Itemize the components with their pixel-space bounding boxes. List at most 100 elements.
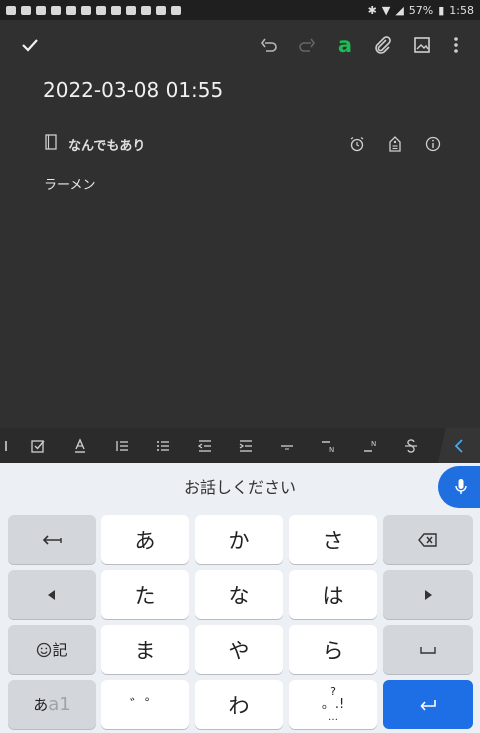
punctuation-key[interactable]: ? 。.! … [289, 680, 377, 729]
notification-icon [36, 5, 46, 15]
backspace-left-key[interactable] [8, 515, 96, 564]
voice-input-button[interactable] [438, 466, 480, 508]
tag-button[interactable] [384, 133, 406, 155]
indent-icon [239, 440, 252, 452]
emoji-symbol-key[interactable]: 記 [8, 625, 96, 674]
cursor-left-key[interactable] [8, 570, 96, 619]
attach-button[interactable] [368, 30, 398, 60]
notification-icon [51, 5, 61, 15]
space-key[interactable] [383, 625, 473, 674]
dakuten-label: ゛゜ [129, 696, 160, 714]
signal-icon: ◢ [395, 3, 404, 17]
key-wa-label: わ [228, 693, 250, 718]
strikethrough-button[interactable] [400, 435, 422, 457]
key-ta[interactable]: た [101, 570, 189, 619]
collapse-toolbar-button[interactable] [438, 428, 480, 463]
svg-text:N: N [371, 440, 376, 448]
punct-mid-label: 。.! [321, 697, 345, 712]
delete-key[interactable] [383, 515, 473, 564]
notebook-icon [44, 134, 58, 154]
key-ra[interactable]: ら [289, 625, 377, 674]
notification-icons [6, 5, 181, 15]
note-title[interactable]: 2022-03-08 01:55 [43, 78, 223, 102]
bold-button[interactable] [0, 435, 14, 457]
bluetooth-icon: ✱ [367, 3, 377, 17]
bullet-list-icon [157, 441, 169, 451]
notebook-name[interactable]: なんでもあり [68, 135, 145, 154]
caret-left-icon [48, 589, 55, 600]
notification-icon [66, 5, 76, 15]
note-toolbar: a [0, 20, 480, 70]
key-wa[interactable]: わ [195, 680, 283, 729]
mode-alpha-label: a1 [48, 694, 71, 715]
subscript-button[interactable]: N [359, 435, 381, 457]
more-vertical-icon [454, 37, 458, 53]
enter-key[interactable] [383, 680, 473, 729]
key-ta-label: た [134, 583, 156, 608]
alert-icon [96, 5, 106, 15]
key-ka[interactable]: か [195, 515, 283, 564]
key-ya-label: や [228, 638, 250, 663]
key-ya[interactable]: や [195, 625, 283, 674]
check-icon [22, 39, 38, 52]
wifi-icon: ▼ [381, 3, 391, 17]
note-body[interactable]: ラーメン [44, 174, 95, 193]
backspace-icon [418, 532, 437, 547]
checkbox-button[interactable] [27, 435, 49, 457]
notification-icon [156, 5, 166, 15]
checkbox-icon [31, 440, 45, 453]
key-na-label: な [228, 583, 250, 608]
key-a[interactable]: あ [101, 515, 189, 564]
superscript-button[interactable]: N [317, 435, 339, 457]
notification-icon [141, 5, 151, 15]
key-sa[interactable]: さ [289, 515, 377, 564]
key-a-label: あ [134, 528, 156, 553]
divider-button[interactable] [276, 435, 298, 457]
key-ka-label: か [228, 528, 250, 553]
horizontal-rule-icon [281, 445, 293, 450]
youtube-icon [21, 5, 31, 15]
key-na[interactable]: な [195, 570, 283, 619]
numbered-list-icon [116, 441, 128, 451]
punct-bottom-label: … [328, 712, 338, 723]
reminder-button[interactable] [346, 133, 368, 155]
keyboard: お話しください あ か さ た な は 記 ま や ら あ a1 ゛゜ わ ? … [0, 463, 480, 733]
notification-icon [81, 5, 91, 15]
microphone-icon [455, 479, 467, 494]
note-actions [346, 133, 444, 155]
bullet-list-button[interactable] [152, 435, 174, 457]
superscript-icon: N [322, 441, 334, 454]
smiley-icon [37, 642, 52, 657]
key-sa-label: さ [322, 528, 344, 553]
undo-button[interactable] [254, 30, 284, 60]
image-button[interactable] [407, 30, 437, 60]
text-style-button[interactable]: a [330, 30, 360, 60]
formatting-toolbar: N N [0, 428, 480, 463]
status-bar: ✱ ▼ ◢ 57% ▮ 1:58 [0, 0, 480, 20]
chevron-left-icon [454, 438, 463, 453]
indent-button[interactable] [235, 435, 257, 457]
dakuten-key[interactable]: ゛゜ [101, 680, 189, 729]
alarm-clock-icon [350, 137, 364, 152]
svg-text:N: N [329, 446, 334, 454]
subscript-icon: N [364, 440, 376, 452]
arrow-left-icon [42, 534, 62, 545]
numbered-list-button[interactable] [111, 435, 133, 457]
highlight-button[interactable] [69, 435, 91, 457]
notification-icon [171, 5, 181, 15]
done-button[interactable] [15, 30, 45, 60]
key-ha[interactable]: は [289, 570, 377, 619]
text-style-icon: a [337, 33, 353, 57]
space-icon [420, 646, 436, 654]
strikethrough-icon [405, 439, 417, 453]
enter-icon [420, 699, 436, 711]
outdent-button[interactable] [194, 435, 216, 457]
key-ma[interactable]: ま [101, 625, 189, 674]
battery-icon: ▮ [438, 3, 445, 17]
info-button[interactable] [422, 133, 444, 155]
note-meta-row: なんでもあり [44, 133, 444, 155]
redo-button[interactable] [292, 30, 322, 60]
input-mode-key[interactable]: あ a1 [8, 680, 96, 729]
cursor-right-key[interactable] [383, 570, 473, 619]
more-options-button[interactable] [441, 30, 471, 60]
